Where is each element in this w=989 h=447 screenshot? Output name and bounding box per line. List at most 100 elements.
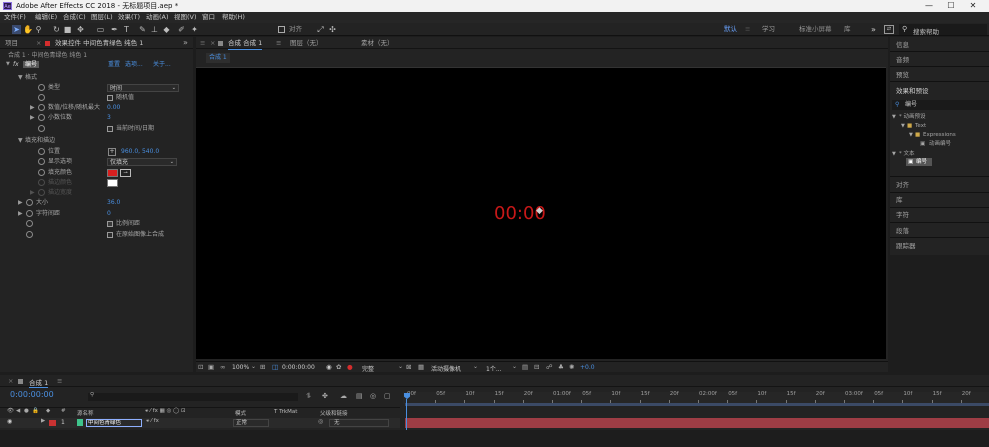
- expand-fill-stroke-icon[interactable]: ▼: [18, 136, 23, 146]
- close-tab-icon[interactable]: ×: [36, 37, 41, 49]
- more-workspaces-button[interactable]: »: [871, 25, 876, 34]
- align-panel-tab[interactable]: 对齐: [896, 180, 909, 190]
- composition-viewer[interactable]: 00:00 ◆: [196, 67, 886, 359]
- tree-expr-item[interactable]: 动画编号: [929, 139, 951, 149]
- stopwatch-icon[interactable]: [38, 158, 45, 165]
- proportional-spacing-checkbox[interactable]: [107, 221, 113, 227]
- effect-controls-tab[interactable]: 效果控件 中间色青绿色 纯色 1: [55, 37, 143, 49]
- stopwatch-icon[interactable]: [26, 199, 33, 206]
- puppet-tool-icon[interactable]: ✦: [190, 25, 199, 34]
- position-value[interactable]: 960.0, 540.0: [121, 147, 159, 157]
- workspace-library[interactable]: 库: [844, 25, 851, 34]
- comp-flow-icon[interactable]: ⥮: [306, 392, 311, 401]
- draft-3d-icon[interactable]: ✤: [322, 392, 328, 400]
- transparency-grid-icon[interactable]: ▦: [418, 363, 424, 371]
- composite-checkbox[interactable]: [107, 232, 113, 238]
- expand-effect-icon[interactable]: ▼: [6, 60, 10, 69]
- size-value[interactable]: 36.0: [107, 198, 120, 208]
- parent-column[interactable]: 父级和链接: [320, 409, 348, 417]
- project-tab[interactable]: 项目: [5, 37, 18, 49]
- pixel-aspect-icon[interactable]: ▤: [522, 363, 528, 371]
- hand-tool-icon[interactable]: ✋: [23, 25, 33, 34]
- tree-text-item-highlight[interactable]: ▣ 编号: [906, 158, 932, 166]
- menu-file[interactable]: 文件(F): [4, 13, 26, 22]
- workspace-learn[interactable]: 学习: [762, 25, 775, 34]
- pickwhip-icon[interactable]: ◎: [318, 418, 323, 425]
- snap-icon[interactable]: ⤢: [316, 25, 325, 34]
- library-panel-tab[interactable]: 库: [896, 195, 903, 205]
- zoom-level[interactable]: 100%: [232, 364, 249, 371]
- timeline-icon[interactable]: ⊟: [534, 363, 539, 371]
- close-tab-icon[interactable]: ×: [210, 37, 215, 49]
- expand-icon[interactable]: ▶: [18, 198, 23, 208]
- pen-tool-icon[interactable]: ✒: [110, 25, 119, 34]
- current-time-checkbox[interactable]: [107, 126, 113, 132]
- options-link[interactable]: 选项...: [125, 60, 143, 69]
- minimize-button[interactable]: —: [922, 1, 936, 11]
- reset-exposure-icon[interactable]: ✺: [569, 363, 574, 371]
- effects-presets-tab[interactable]: 效果和预设: [896, 86, 929, 96]
- decimal-places-value[interactable]: 3: [107, 113, 111, 123]
- chevron-down-icon[interactable]: ⌄: [251, 363, 256, 370]
- rotate-tool-icon[interactable]: ↻: [52, 25, 61, 34]
- stroke-color-swatch[interactable]: [107, 179, 118, 187]
- stopwatch-icon[interactable]: [38, 169, 45, 176]
- menu-layer[interactable]: 图层(L): [91, 13, 113, 22]
- frame-blend-icon[interactable]: ▤: [356, 392, 363, 400]
- expand-icon[interactable]: ▼: [909, 130, 913, 140]
- pan-behind-tool-icon[interactable]: ✥: [76, 25, 85, 34]
- layer-row[interactable]: ◉ ▶ 1 中间色青绿色 ⚹ ⁄ fx 正常 ◎ 无: [0, 418, 400, 428]
- work-area-bar[interactable]: [405, 403, 989, 406]
- character-panel-tab[interactable]: 字符: [896, 210, 909, 220]
- layer-name[interactable]: 中间色青绿色: [86, 419, 142, 427]
- expand-layer-icon[interactable]: ▶: [41, 418, 45, 424]
- search-help-box[interactable]: ⚲ 搜索帮助: [899, 24, 987, 36]
- stopwatch-icon[interactable]: [38, 84, 45, 91]
- stopwatch-icon[interactable]: [38, 94, 45, 101]
- expand-icon[interactable]: ▶: [18, 209, 23, 219]
- resolution-dropdown[interactable]: 完整: [362, 364, 374, 373]
- about-link[interactable]: 关于...: [153, 60, 171, 69]
- audio-panel-tab[interactable]: 音频: [896, 55, 909, 65]
- magnify-icon[interactable]: ⊡: [198, 363, 203, 371]
- maximize-button[interactable]: ☐: [944, 1, 958, 11]
- source-name-column[interactable]: 源名称: [77, 409, 94, 417]
- camera-dropdown[interactable]: 活动摄像机: [431, 364, 461, 373]
- align-checkbox[interactable]: [278, 26, 285, 33]
- preview-panel-tab[interactable]: 预览: [896, 70, 909, 80]
- tracker-panel-tab[interactable]: 跟踪器: [896, 241, 916, 251]
- rectangle-tool-icon[interactable]: ▭: [96, 25, 105, 34]
- chevron-down-icon[interactable]: ⌄: [398, 363, 403, 370]
- views-dropdown[interactable]: 1个...: [486, 364, 502, 373]
- effects-search-box[interactable]: ⚲ 编号: [892, 100, 989, 110]
- value-offset-value[interactable]: 0.00: [107, 103, 120, 113]
- expand-icon[interactable]: ▼: [892, 149, 896, 159]
- layer-tab[interactable]: 图层（无）: [290, 37, 323, 49]
- trkmat-column[interactable]: T TrkMat: [274, 409, 297, 415]
- menu-animation[interactable]: 动画(A): [146, 13, 169, 22]
- expand-icon[interactable]: ▶: [30, 103, 35, 113]
- chevron-down-icon[interactable]: ⌄: [512, 363, 517, 370]
- eraser-tool-icon[interactable]: ◆: [162, 25, 171, 34]
- layer-label-color[interactable]: [49, 420, 56, 426]
- stopwatch-icon[interactable]: [38, 125, 45, 132]
- expand-icon[interactable]: ▶: [30, 113, 35, 123]
- panel-menu-icon[interactable]: ≡: [200, 37, 205, 49]
- selection-tool-icon[interactable]: ➤: [12, 25, 21, 34]
- sync-settings-icon[interactable]: ⇄: [884, 25, 894, 34]
- shy-icon[interactable]: ☁: [340, 392, 347, 400]
- display-options-dropdown[interactable]: 仅填充 ⌄: [107, 158, 177, 166]
- channel-icon[interactable]: ●: [347, 363, 353, 371]
- grid-icon[interactable]: ▣: [208, 363, 214, 371]
- crosshair-icon[interactable]: +: [108, 148, 116, 156]
- workspace-small-screen[interactable]: 小屏幕: [812, 25, 832, 34]
- timeline-menu-icon[interactable]: ≡: [57, 377, 62, 385]
- composition-breadcrumb[interactable]: 合成 1: [206, 53, 230, 63]
- reset-link[interactable]: 重置: [108, 60, 120, 69]
- menu-help[interactable]: 帮助(H): [222, 13, 245, 22]
- current-timecode[interactable]: 0:00:00:00: [282, 364, 315, 371]
- exposure-value[interactable]: +0.0: [580, 364, 595, 371]
- panel-overflow-icon[interactable]: »: [183, 37, 188, 49]
- expand-icon[interactable]: ▶: [30, 188, 35, 198]
- menu-window[interactable]: 窗口: [202, 13, 215, 22]
